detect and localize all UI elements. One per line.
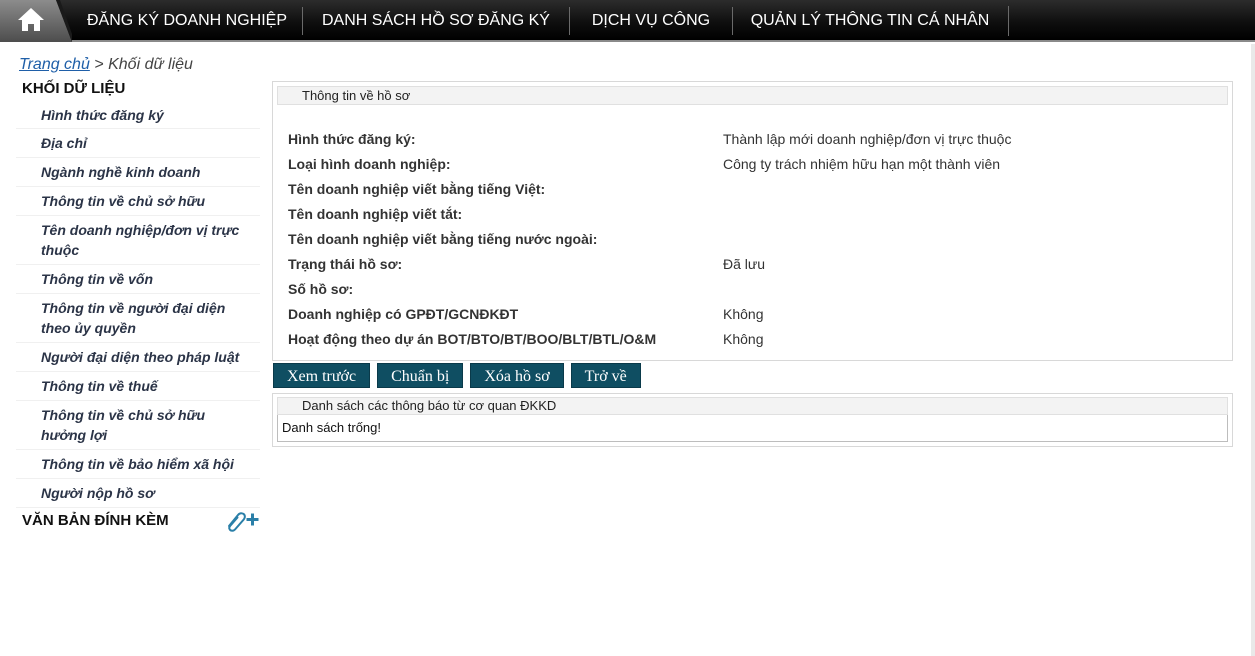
info-value: Thành lập mới doanh nghiệp/đơn vị trực t… [723, 131, 1012, 147]
info-row: Tên doanh nghiệp viết tắt: [288, 204, 1232, 229]
sidebar-item-hinh-thuc-dang-ky[interactable]: Hình thức đăng ký [16, 101, 260, 129]
sidebar-item-dia-chi[interactable]: Địa chỉ [16, 129, 260, 158]
add-attachment-button[interactable] [220, 508, 260, 532]
sidebar-item-nguoi-nop-ho-so[interactable]: Người nộp hồ sơ [16, 479, 260, 508]
sidebar-item-chu-so-huu[interactable]: Thông tin về chủ sở hữu [16, 187, 260, 216]
profile-info-panel: Thông tin về hồ sơ Hình thức đăng ký: Th… [272, 81, 1233, 361]
sidebar-heading: KHỐI DỮ LIỆU [22, 80, 126, 97]
info-label: Số hồ sơ: [288, 281, 354, 297]
nav-item-quan-ly-thong-tin[interactable]: QUẢN LÝ THÔNG TIN CÁ NHÂN [733, 0, 1007, 42]
info-row: Tên doanh nghiệp viết bằng tiếng Việt: [288, 179, 1232, 204]
delete-profile-button[interactable]: Xóa hồ sơ [470, 363, 564, 388]
attachments-section: VĂN BẢN ĐÍNH KÈM [16, 508, 260, 534]
action-buttons: Xem trước Chuẩn bị Xóa hồ sơ Trở về [273, 363, 648, 388]
info-label: Hình thức đăng ký: [288, 131, 416, 147]
home-button[interactable] [0, 0, 72, 42]
sidebar-item-nguoi-dai-dien-phap-luat[interactable]: Người đại diện theo pháp luật [16, 343, 260, 372]
notices-empty-text: Danh sách trống! [277, 415, 1228, 442]
profile-panel-title: Thông tin về hồ sơ [277, 86, 1228, 105]
info-value: Đã lưu [723, 256, 766, 272]
info-value: Không [723, 331, 764, 347]
nav-item-danh-sach-ho-so[interactable]: DANH SÁCH HỒ SƠ ĐĂNG KÝ [303, 0, 569, 42]
back-button[interactable]: Trở về [570, 363, 641, 388]
breadcrumb: Trang chủ > Khối dữ liệu [19, 56, 193, 74]
info-label: Tên doanh nghiệp viết tắt: [288, 206, 463, 222]
attachments-heading: VĂN BẢN ĐÍNH KÈM [22, 512, 169, 529]
sidebar-item-von[interactable]: Thông tin về vốn [16, 265, 260, 294]
paperclip-add-icon [228, 512, 259, 532]
info-row: Doanh nghiệp có GPĐT/GCNĐKĐT Không [288, 304, 1232, 329]
notices-panel-title: Danh sách các thông báo từ cơ quan ĐKKD [277, 397, 1228, 415]
info-value: Công ty trách nhiệm hữu hạn một thành vi… [723, 156, 1001, 172]
sidebar-item-nganh-nghe[interactable]: Ngành nghề kinh doanh [16, 158, 260, 187]
preview-button[interactable]: Xem trước [273, 363, 371, 388]
info-label: Hoạt động theo dự án BOT/BTO/BT/BOO/BLT/… [288, 331, 657, 347]
info-row: Hình thức đăng ký: Thành lập mới doanh n… [288, 129, 1232, 154]
info-label: Doanh nghiệp có GPĐT/GCNĐKĐT [288, 306, 519, 322]
sidebar-item-nguoi-dai-dien-uy-quyen[interactable]: Thông tin về người đại diện theo ủy quyề… [16, 294, 260, 343]
sidebar: KHỐI DỮ LIỆU Hình thức đăng ký Địa chỉ N… [16, 77, 260, 534]
notices-panel: Danh sách các thông báo từ cơ quan ĐKKD … [272, 393, 1233, 447]
sidebar-item-chu-so-huu-huong-loi[interactable]: Thông tin về chủ sở hữu hưởng lợi [16, 401, 260, 450]
sidebar-item-bao-hiem-xa-hoi[interactable]: Thông tin về bảo hiểm xã hội [16, 450, 260, 479]
home-icon [0, 0, 72, 42]
nav-item-dich-vu-cong[interactable]: DỊCH VỤ CÔNG [570, 0, 732, 42]
info-row: Hoạt động theo dự án BOT/BTO/BT/BOO/BLT/… [288, 329, 1232, 354]
sidebar-list: Hình thức đăng ký Địa chỉ Ngành nghề kin… [16, 101, 260, 508]
breadcrumb-current: Khối dữ liệu [108, 56, 193, 73]
nav-divider [1008, 6, 1009, 36]
info-row: Trạng thái hồ sơ: Đã lưu [288, 254, 1232, 279]
info-value: Không [723, 306, 764, 322]
breadcrumb-separator: > [89, 56, 109, 73]
nav-menu: ĐĂNG KÝ DOANH NGHIỆP DANH SÁCH HỒ SƠ ĐĂN… [72, 0, 1007, 42]
info-label: Loại hình doanh nghiệp: [288, 156, 451, 172]
info-row: Loại hình doanh nghiệp: Công ty trách nh… [288, 154, 1232, 179]
top-navigation-bar: ĐĂNG KÝ DOANH NGHIỆP DANH SÁCH HỒ SƠ ĐĂN… [0, 0, 1255, 42]
prepare-button[interactable]: Chuẩn bị [377, 363, 464, 388]
info-label: Tên doanh nghiệp viết bằng tiếng Việt: [288, 181, 546, 197]
nav-item-dang-ky-doanh-nghiep[interactable]: ĐĂNG KÝ DOANH NGHIỆP [72, 0, 302, 42]
info-label: Trạng thái hồ sơ: [288, 256, 403, 272]
info-row: Tên doanh nghiệp viết bằng tiếng nước ng… [288, 229, 1232, 254]
info-row: Số hồ sơ: [288, 279, 1232, 304]
profile-info-list: Hình thức đăng ký: Thành lập mới doanh n… [273, 105, 1232, 360]
sidebar-item-thue[interactable]: Thông tin về thuế [16, 372, 260, 401]
info-label: Tên doanh nghiệp viết bằng tiếng nước ng… [288, 231, 598, 247]
sidebar-item-ten-doanh-nghiep[interactable]: Tên doanh nghiệp/đơn vị trực thuộc [16, 216, 260, 265]
breadcrumb-home-link[interactable]: Trang chủ [19, 56, 90, 73]
page-scrollbar[interactable] [1251, 44, 1255, 656]
